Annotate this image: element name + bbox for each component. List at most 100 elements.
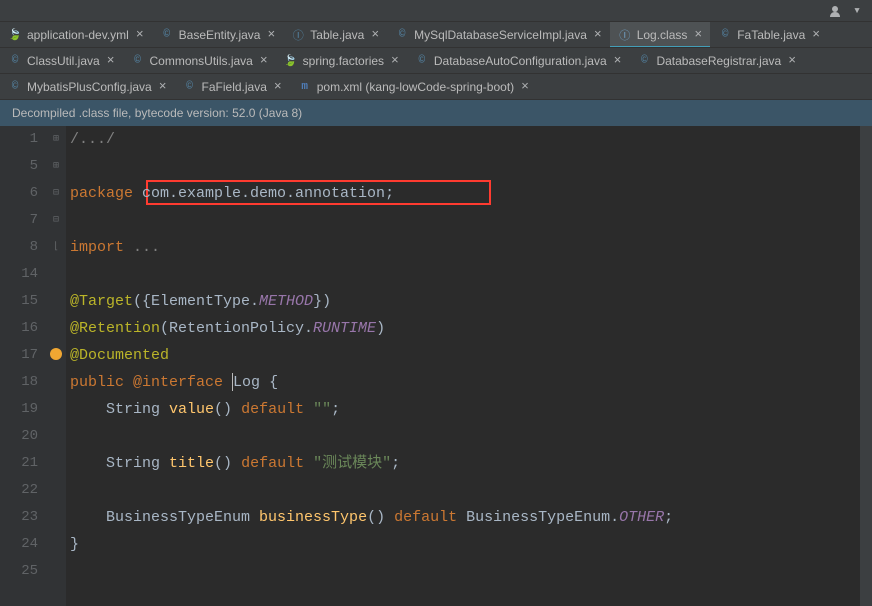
line-number: 1 [0,126,38,153]
tab-label: pom.xml (kang-lowCode-spring-boot) [317,80,514,94]
tab-label: FaField.java [202,80,267,94]
close-icon[interactable]: × [788,53,796,68]
editor-tabs: 🍃 application-dev.yml × © BaseEntity.java × Ⓘ T… [0,22,872,100]
editor-tab[interactable]: ⒾLog.class× [610,22,711,47]
close-icon[interactable]: × [614,53,622,68]
code-editor[interactable]: 15678141516171819202122232425 ⊞⊞⊟⊟⌊ /...… [0,126,872,606]
fold-toggle-icon[interactable]: ⊞ [46,126,66,153]
line-number-gutter: 15678141516171819202122232425 [0,126,46,606]
public-keyword: public [70,374,133,391]
tab-label: application-dev.yml [27,28,129,42]
line-number: 16 [0,315,38,342]
intention-bulb-icon[interactable] [50,348,62,360]
file-type-icon: © [395,28,409,42]
vertical-scrollbar[interactable] [860,126,872,606]
line-number: 14 [0,261,38,288]
line-number: 15 [0,288,38,315]
fold-toggle-icon[interactable]: ⊟ [46,207,66,234]
fold-column: ⊞⊞⊟⊟⌊ [46,126,66,606]
line-number: 19 [0,396,38,423]
file-type-icon: 🍃 [8,28,22,42]
decompile-info-bar: Decompiled .class file, bytecode version… [0,100,872,126]
close-icon[interactable]: × [812,27,820,42]
folded-comment[interactable]: /.../ [70,131,115,148]
editor-tab[interactable]: © ClassUtil.java × [0,48,123,73]
tab-row-1: 🍃 application-dev.yml × © BaseEntity.java × Ⓘ T… [0,22,872,48]
file-type-icon: m [298,80,312,94]
file-type-icon: © [415,54,429,68]
editor-tab[interactable]: © FaTable.java × [710,22,828,47]
line-number: 5 [0,153,38,180]
close-icon[interactable]: × [391,53,399,68]
title-method: title [169,455,214,472]
fold-toggle-icon[interactable]: ⊞ [46,153,66,180]
file-type-icon: Ⓘ [291,28,305,42]
file-type-icon: © [8,54,22,68]
line-number: 8 [0,234,38,261]
folded-imports[interactable]: ... [133,239,160,256]
line-number: 25 [0,558,38,585]
tab-row-2: ©ClassUtil.java×©CommonsUtils.java×🍃spri… [0,48,872,74]
fold-toggle-icon[interactable]: ⌊ [46,234,66,261]
close-icon[interactable]: × [159,79,167,94]
close-icon[interactable]: × [136,27,144,42]
line-number: 6 [0,180,38,207]
line-number: 7 [0,207,38,234]
file-type-icon: © [183,80,197,94]
businesstype-method: businessType [259,509,367,526]
documented-annotation: @Documented [70,347,169,364]
user-icon[interactable] [828,4,842,18]
editor-tab[interactable]: ©MybatisPlusConfig.java× [0,74,175,99]
editor-tab[interactable]: ©DatabaseRegistrar.java× [629,48,804,73]
editor-tab[interactable]: © MySqlDatabaseServiceImpl.java × [387,22,610,47]
file-type-icon: © [131,54,145,68]
package-name: com.example.demo.annotation [142,185,385,202]
tab-label: DatabaseAutoConfiguration.java [434,54,607,68]
editor-tab[interactable]: © DatabaseAutoConfiguration.java × [407,48,630,73]
close-icon[interactable]: × [371,27,379,42]
target-annotation: @Target [70,293,133,310]
editor-tab[interactable]: © BaseEntity.java × [152,22,284,47]
file-type-icon: © [718,28,732,42]
package-keyword: package [70,185,142,202]
dropdown-icon[interactable]: ▾ [850,4,864,18]
interface-keyword: @interface [133,374,232,391]
line-number: 22 [0,477,38,504]
close-icon[interactable]: × [694,27,702,42]
fold-toggle-icon[interactable]: ⊟ [46,180,66,207]
file-type-icon: Ⓘ [618,28,632,42]
tab-label: MySqlDatabaseServiceImpl.java [414,28,587,42]
editor-tab[interactable]: 🍃 application-dev.yml × [0,22,152,47]
tab-label: CommonsUtils.java [150,54,253,68]
retention-annotation: @Retention [70,320,160,337]
tab-label: DatabaseRegistrar.java [656,54,781,68]
editor-tab[interactable]: © CommonsUtils.java × [123,48,276,73]
close-icon[interactable]: × [107,53,115,68]
tab-label: FaTable.java [737,28,805,42]
line-number: 21 [0,450,38,477]
line-number: 20 [0,423,38,450]
close-icon[interactable]: × [260,53,268,68]
import-keyword: import [70,239,133,256]
editor-tab[interactable]: 🍃spring.factories× [276,48,407,73]
close-icon[interactable]: × [274,79,282,94]
close-icon[interactable]: × [267,27,275,42]
line-number: 18 [0,369,38,396]
tab-label: Table.java [310,28,364,42]
class-name-log: Log [233,374,260,391]
file-type-icon: 🍃 [284,54,298,68]
value-method: value [169,401,214,418]
editor-tab[interactable]: © FaField.java × [175,74,290,99]
line-number: 17 [0,342,38,369]
editor-tab[interactable]: Ⓘ Table.java × [283,22,387,47]
line-number: 23 [0,504,38,531]
close-icon[interactable]: × [521,79,529,94]
top-toolbar: ▾ [0,0,872,22]
close-icon[interactable]: × [594,27,602,42]
file-type-icon: © [160,28,174,42]
tab-label: ClassUtil.java [27,54,100,68]
code-area[interactable]: /.../ package com.example.demo.annotatio… [66,126,860,606]
tab-label: BaseEntity.java [179,28,261,42]
editor-tab[interactable]: m pom.xml (kang-lowCode-spring-boot) × [290,74,537,99]
tab-label: MybatisPlusConfig.java [27,80,152,94]
